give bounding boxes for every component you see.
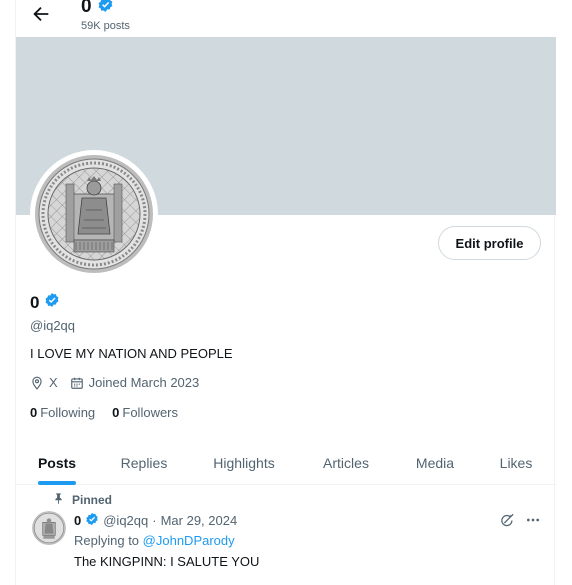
- profile-avatar[interactable]: [30, 150, 158, 278]
- header-posts-count: 59K posts: [81, 20, 130, 32]
- profile-bio: I LOVE MY NATION AND PEOPLE: [30, 346, 233, 361]
- tab-label: Replies: [120, 454, 168, 471]
- following-label: Following: [40, 405, 96, 420]
- follow-stats: 0 Following 0 Followers: [30, 405, 178, 420]
- followers-label: Followers: [122, 405, 179, 420]
- replying-to-link[interactable]: @JohnDParody: [143, 533, 235, 548]
- verified-badge-icon: [97, 0, 114, 18]
- following-link[interactable]: 0 Following: [30, 405, 95, 420]
- tweet-separator: ·: [152, 513, 157, 528]
- grok-icon[interactable]: [500, 513, 515, 531]
- profile-tabs: Posts Replies Highlights Articles Media …: [16, 440, 556, 485]
- profile-joined: Joined March 2023: [88, 375, 200, 390]
- top-header: 0 59K posts: [16, 0, 556, 37]
- tweet-author-name[interactable]: 0: [74, 513, 81, 528]
- calendar-icon: [70, 376, 84, 390]
- tweet-date[interactable]: Mar 29, 2024: [161, 513, 238, 528]
- tweet-text: The KINGPINN: I SALUTE YOU: [74, 554, 260, 569]
- edit-profile-button[interactable]: Edit profile: [438, 226, 541, 260]
- pinned-label: Pinned: [72, 492, 113, 507]
- tweet-header: 0 @iq2qq · Mar 29, 2024: [74, 512, 237, 529]
- active-tab-indicator: [38, 481, 76, 485]
- tab-label: Likes: [499, 454, 533, 471]
- followers-count: 0: [112, 405, 120, 420]
- tweet-replying-to: Replying to @JohnDParody: [74, 533, 235, 548]
- verified-badge-icon: [85, 512, 99, 529]
- profile-handle: @iq2qq: [30, 318, 76, 333]
- tab-articles[interactable]: Articles: [298, 440, 394, 485]
- pinned-label-row: Pinned: [53, 492, 112, 507]
- profile-location: X: [49, 375, 58, 390]
- profile-name: 0: [30, 292, 60, 313]
- followers-link[interactable]: 0 Followers: [112, 405, 178, 420]
- verified-badge-icon[interactable]: [44, 292, 60, 313]
- header-name-text: 0: [81, 0, 92, 17]
- pin-icon: [53, 492, 64, 507]
- location-icon: [30, 376, 44, 390]
- tab-label: Articles: [323, 454, 369, 471]
- tab-likes[interactable]: Likes: [476, 440, 556, 485]
- replying-prefix: Replying to: [74, 533, 140, 548]
- tweet-avatar[interactable]: [32, 511, 66, 545]
- tab-highlights[interactable]: Highlights: [190, 440, 298, 485]
- tab-label: Highlights: [213, 454, 275, 471]
- tab-label: Posts: [37, 454, 77, 471]
- tab-replies[interactable]: Replies: [98, 440, 190, 485]
- tab-media[interactable]: Media: [394, 440, 476, 485]
- more-icon[interactable]: [525, 512, 541, 531]
- tab-label: Media: [415, 454, 455, 471]
- header-name: 0: [81, 0, 114, 18]
- profile-name-text: 0: [30, 292, 40, 312]
- seal-image: [35, 155, 153, 273]
- profile-meta: X Joined March 2023: [30, 375, 199, 390]
- back-arrow-icon[interactable]: [30, 3, 52, 25]
- tweet-actions: [500, 512, 541, 531]
- profile-column: 0 59K posts Edit profile 0 @iq2qq I LOVE…: [15, 0, 556, 585]
- following-count: 0: [30, 405, 38, 420]
- tab-posts[interactable]: Posts: [16, 440, 98, 485]
- tweet-author-handle[interactable]: @iq2qq: [103, 513, 148, 528]
